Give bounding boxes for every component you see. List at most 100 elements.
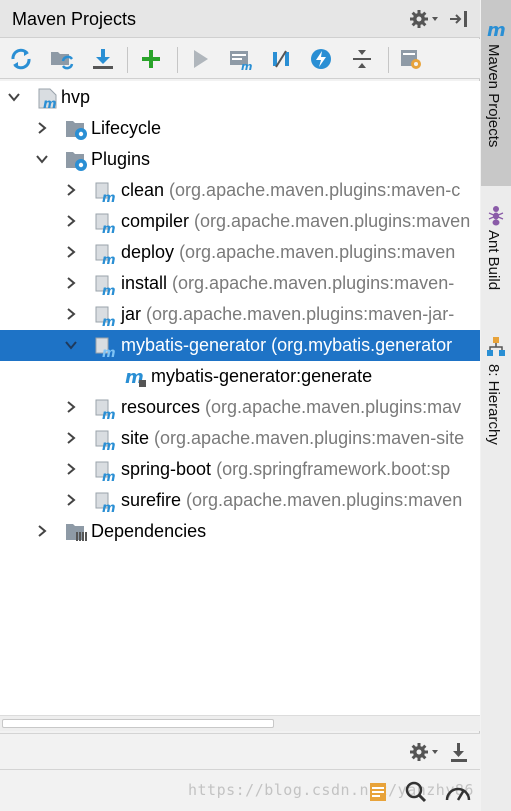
maven-goal-icon: m <box>125 367 146 388</box>
event-log-icon[interactable] <box>366 780 390 809</box>
scrollbar-thumb[interactable] <box>2 719 274 728</box>
maven-projects-panel: Maven Projects m m hvp Lifecycle Plugins… <box>0 0 480 811</box>
maven-plugin-icon: m <box>95 337 116 358</box>
plugin-coordinates: (org.apache.maven.plugins:maven-site <box>154 428 465 448</box>
plugin-row-resources[interactable]: m resources (org.apache.maven.plugins:ma… <box>0 392 480 423</box>
svg-text:m: m <box>487 20 506 40</box>
tree-node-plugins[interactable]: Plugins <box>0 144 480 175</box>
memory-indicator-icon[interactable] <box>444 780 472 809</box>
plugin-row-site[interactable]: m site (org.apache.maven.plugins:maven-s… <box>0 423 480 454</box>
dependencies-folder-icon <box>66 524 87 541</box>
toggle-offline-icon[interactable] <box>267 45 295 73</box>
inspection-icon[interactable] <box>404 780 428 809</box>
tab-maven-projects-label: Maven Projects <box>485 44 502 148</box>
tab-maven-projects[interactable]: m Maven Projects <box>481 0 511 186</box>
svg-text:m: m <box>102 346 116 358</box>
maven-settings-icon[interactable] <box>397 45 425 73</box>
maven-plugin-icon: m <box>95 306 116 327</box>
maven-plugin-icon: m <box>95 275 116 296</box>
svg-text:m: m <box>102 191 116 203</box>
chevron-right-icon[interactable] <box>65 277 77 289</box>
plugin-row-clean[interactable]: m clean (org.apache.maven.plugins:maven-… <box>0 175 480 206</box>
plugin-row-jar[interactable]: m jar (org.apache.maven.plugins:maven-ja… <box>0 299 480 330</box>
reimport-icon[interactable] <box>7 45 35 73</box>
chevron-down-icon[interactable] <box>8 91 20 103</box>
plugin-row-spring-boot[interactable]: m spring-boot (org.springframework.boot:… <box>0 454 480 485</box>
plugin-row-deploy[interactable]: m deploy (org.apache.maven.plugins:maven <box>0 237 480 268</box>
plugin-name: resources <box>121 397 201 417</box>
plugin-name: install <box>121 273 168 293</box>
plugin-row-mybatis-generator[interactable]: m mybatis-generator (org.mybatis.generat… <box>0 330 480 361</box>
plugin-coordinates: (org.apache.maven.plugins:mav <box>205 397 462 417</box>
chevron-right-icon[interactable] <box>65 401 77 413</box>
plugin-row-surefire[interactable]: m surefire (org.apache.maven.plugins:mav… <box>0 485 480 516</box>
hide-panel-icon[interactable] <box>448 9 472 34</box>
tree-node-plugins-label: Plugins <box>91 149 151 169</box>
plugin-name: surefire <box>121 490 182 510</box>
toolbar-separator <box>177 47 178 73</box>
toolbar-separator <box>388 47 389 73</box>
plugin-coordinates: (org.apache.maven.plugins:maven-c <box>169 180 461 200</box>
maven-plugin-icon: m <box>95 213 116 234</box>
plugin-coordinates: (org.springframework.boot:sp <box>216 459 451 479</box>
horizontal-scrollbar[interactable] <box>0 715 480 731</box>
chevron-right-icon[interactable] <box>36 525 48 537</box>
run-icon[interactable] <box>186 45 214 73</box>
settings-gear-icon[interactable] <box>408 740 442 769</box>
plugin-name: spring-boot <box>121 459 212 479</box>
download-sources-icon[interactable] <box>89 45 117 73</box>
maven-plugin-icon: m <box>95 399 116 420</box>
toolbar: m <box>0 39 480 79</box>
svg-text:m: m <box>241 60 252 71</box>
tree-node-dependencies[interactable]: Dependencies <box>0 516 480 547</box>
chevron-right-icon[interactable] <box>36 122 48 134</box>
plugin-name: jar <box>121 304 142 324</box>
lifecycle-folder-icon <box>66 121 87 140</box>
svg-text:m: m <box>102 284 116 296</box>
chevron-right-icon[interactable] <box>65 432 77 444</box>
plugin-row-compiler[interactable]: m compiler (org.apache.maven.plugins:mav… <box>0 206 480 237</box>
plugin-coordinates: (org.mybatis.generator <box>271 335 453 355</box>
plugins-folder-icon <box>66 152 87 171</box>
minimize-icon[interactable] <box>449 740 469 769</box>
chevron-right-icon[interactable] <box>65 494 77 506</box>
plugin-coordinates: (org.apache.maven.plugins:maven- <box>172 273 455 293</box>
execute-goal-icon[interactable]: m <box>227 45 255 73</box>
tree-node-lifecycle-label: Lifecycle <box>91 118 162 138</box>
chevron-right-icon[interactable] <box>65 215 77 227</box>
chevron-down-icon[interactable] <box>65 339 77 351</box>
settings-gear-icon[interactable] <box>408 7 442 36</box>
chevron-right-icon[interactable] <box>65 463 77 475</box>
maven-plugin-icon: m <box>95 430 116 451</box>
plugin-coordinates: (org.apache.maven.plugins:maven-jar- <box>146 304 455 324</box>
svg-text:m: m <box>43 97 57 110</box>
chevron-right-icon[interactable] <box>65 308 77 320</box>
chevron-right-icon[interactable] <box>65 184 77 196</box>
add-maven-project-icon[interactable] <box>137 45 165 73</box>
tree-node-root-label: hvp <box>61 87 91 107</box>
tab-hierarchy[interactable]: 8: Hierarchy <box>481 330 511 470</box>
plugin-name: clean <box>121 180 165 200</box>
plugin-goal-generate[interactable]: m mybatis-generator:generate <box>0 361 480 392</box>
plugin-name: site <box>121 428 150 448</box>
tree-node-lifecycle[interactable]: Lifecycle <box>0 113 480 144</box>
collapse-all-icon[interactable] <box>348 45 376 73</box>
skip-tests-icon[interactable] <box>307 45 335 73</box>
maven-icon: m <box>486 20 506 45</box>
ant-icon <box>487 204 505 231</box>
svg-text:m: m <box>102 408 116 420</box>
generate-sources-folder-icon[interactable] <box>48 45 76 73</box>
plugin-name: deploy <box>121 242 175 262</box>
status-bar: https://blog.csdn.net/yanzhy86 <box>0 769 480 811</box>
svg-text:m: m <box>102 501 116 513</box>
svg-text:m: m <box>102 222 116 234</box>
tab-ant-build[interactable]: Ant Build <box>481 196 511 324</box>
plugin-name: compiler <box>121 211 190 231</box>
tree-node-root[interactable]: m hvp <box>0 82 480 113</box>
maven-plugin-icon: m <box>95 461 116 482</box>
plugin-row-install[interactable]: m install (org.apache.maven.plugins:mave… <box>0 268 480 299</box>
plugin-name: mybatis-generator <box>121 335 267 355</box>
maven-plugin-icon: m <box>95 492 116 513</box>
chevron-right-icon[interactable] <box>65 246 77 258</box>
chevron-down-icon[interactable] <box>36 153 48 165</box>
